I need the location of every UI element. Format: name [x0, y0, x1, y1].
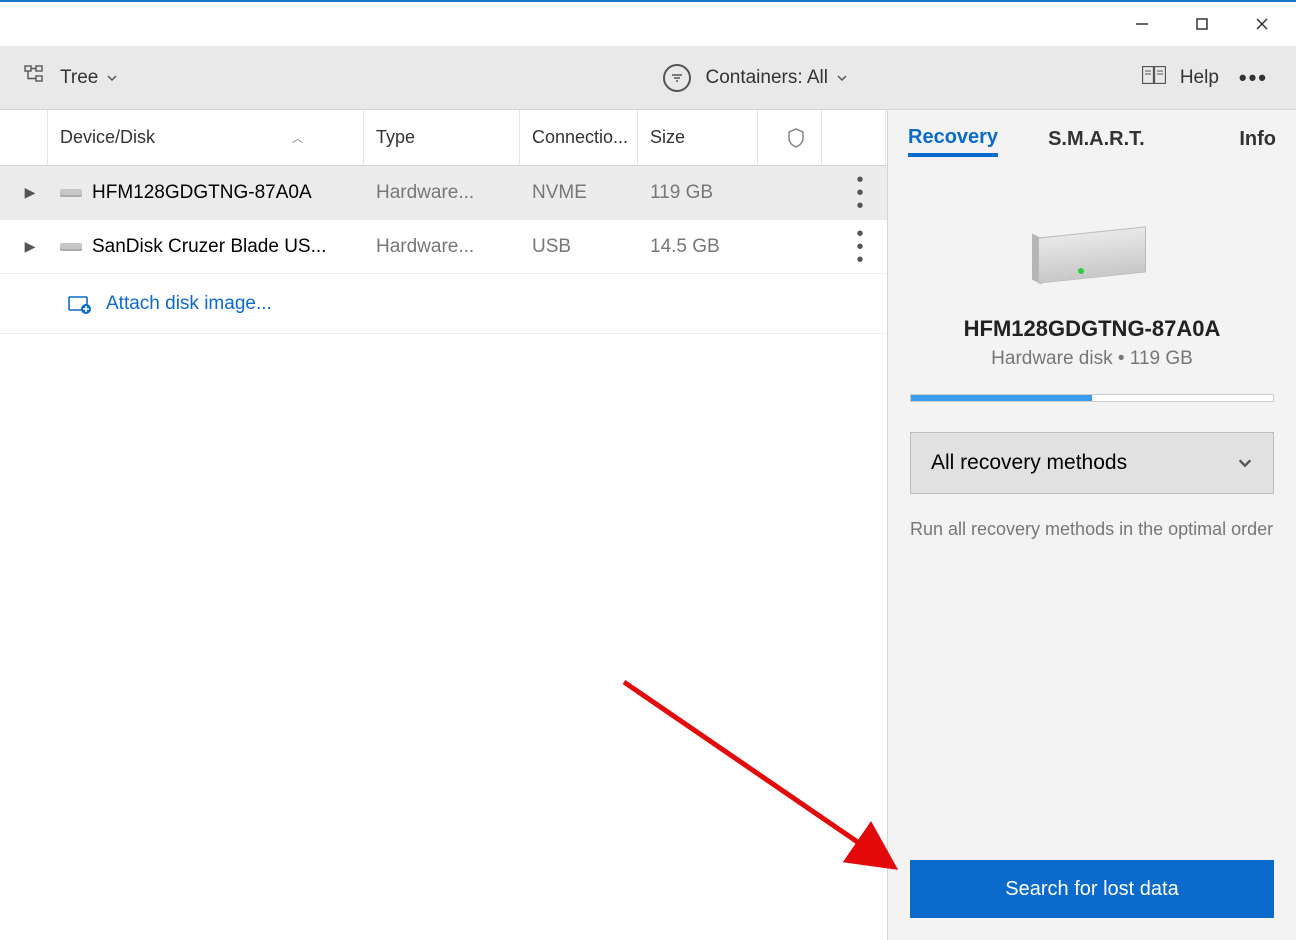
table-row[interactable]: ▶ HFM128GDGTNG-87A0A Hardware... NVME 11… — [0, 166, 887, 220]
table-row[interactable]: ▶ SanDisk Cruzer Blade US... Hardware...… — [0, 220, 887, 274]
device-name: HFM128GDGTNG-87A0A — [92, 182, 312, 204]
filter-icon — [663, 64, 691, 92]
view-mode-dropdown[interactable]: Tree — [60, 67, 118, 89]
column-header-connection[interactable]: Connectio... — [520, 110, 638, 165]
maximize-button[interactable] — [1172, 4, 1232, 44]
chevron-down-icon — [1237, 455, 1253, 471]
attach-disk-image-icon — [68, 294, 92, 314]
table-header: Device/Disk ︿ Type Connectio... Size — [0, 110, 887, 166]
close-button[interactable] — [1232, 4, 1292, 44]
more-menu-button[interactable]: ••• — [1233, 65, 1274, 91]
chevron-down-icon — [106, 72, 118, 84]
device-type: Hardware... — [364, 166, 520, 219]
recovery-method-description: Run all recovery methods in the optimal … — [910, 516, 1274, 543]
window-titlebar — [0, 2, 1296, 46]
device-size: 119 GB — [638, 166, 758, 219]
chevron-down-icon — [836, 72, 848, 84]
row-menu-button[interactable]: ••• — [834, 172, 886, 214]
device-size: 14.5 GB — [638, 220, 758, 273]
selected-disk-name: HFM128GDGTNG-87A0A — [964, 316, 1221, 342]
selected-disk-subtitle: Hardware disk • 119 GB — [991, 348, 1193, 370]
recovery-method-dropdown[interactable]: All recovery methods — [910, 432, 1274, 494]
tab-smart[interactable]: S.M.A.R.T. — [1048, 128, 1145, 155]
device-type: Hardware... — [364, 220, 520, 273]
minimize-button[interactable] — [1112, 4, 1172, 44]
help-button[interactable]: Help — [1180, 67, 1219, 89]
column-header-type[interactable]: Type — [364, 110, 520, 165]
expand-icon[interactable]: ▶ — [12, 184, 48, 201]
help-icon — [1142, 66, 1166, 89]
sort-asc-icon: ︿ — [292, 130, 303, 146]
device-connection: NVME — [520, 166, 638, 219]
row-menu-button[interactable]: ••• — [834, 226, 886, 268]
recovery-method-label: All recovery methods — [931, 451, 1127, 475]
disk-usage-bar — [910, 394, 1274, 402]
disk-list-pane: Device/Disk ︿ Type Connectio... Size ▶ H… — [0, 110, 888, 940]
help-label: Help — [1180, 67, 1219, 89]
column-header-size[interactable]: Size — [638, 110, 758, 165]
column-header-protection[interactable] — [758, 110, 822, 165]
main-toolbar: Tree Containers: All Help ••• — [0, 46, 1296, 110]
expand-icon[interactable]: ▶ — [12, 238, 48, 255]
disk-icon — [60, 189, 82, 197]
details-pane: Recovery S.M.A.R.T. Info HFM128GDGTNG-87… — [888, 110, 1296, 940]
attach-disk-image-link[interactable]: Attach disk image... — [0, 274, 887, 334]
column-header-device[interactable]: Device/Disk ︿ — [48, 110, 364, 165]
device-name: SanDisk Cruzer Blade US... — [92, 236, 326, 258]
device-connection: USB — [520, 220, 638, 273]
view-mode-label: Tree — [60, 67, 98, 89]
details-tabs: Recovery S.M.A.R.T. Info — [888, 110, 1296, 172]
containers-label: Containers: All — [705, 67, 828, 89]
search-for-lost-data-button[interactable]: Search for lost data — [910, 860, 1274, 918]
tab-recovery[interactable]: Recovery — [908, 126, 998, 157]
tab-info[interactable]: Info — [1239, 128, 1276, 155]
shield-icon — [787, 128, 805, 148]
disk-icon — [60, 243, 82, 251]
disk-illustration — [1032, 212, 1152, 292]
tree-icon — [24, 64, 46, 91]
containers-dropdown[interactable]: Containers: All — [705, 67, 848, 89]
attach-disk-image-label: Attach disk image... — [106, 293, 272, 315]
